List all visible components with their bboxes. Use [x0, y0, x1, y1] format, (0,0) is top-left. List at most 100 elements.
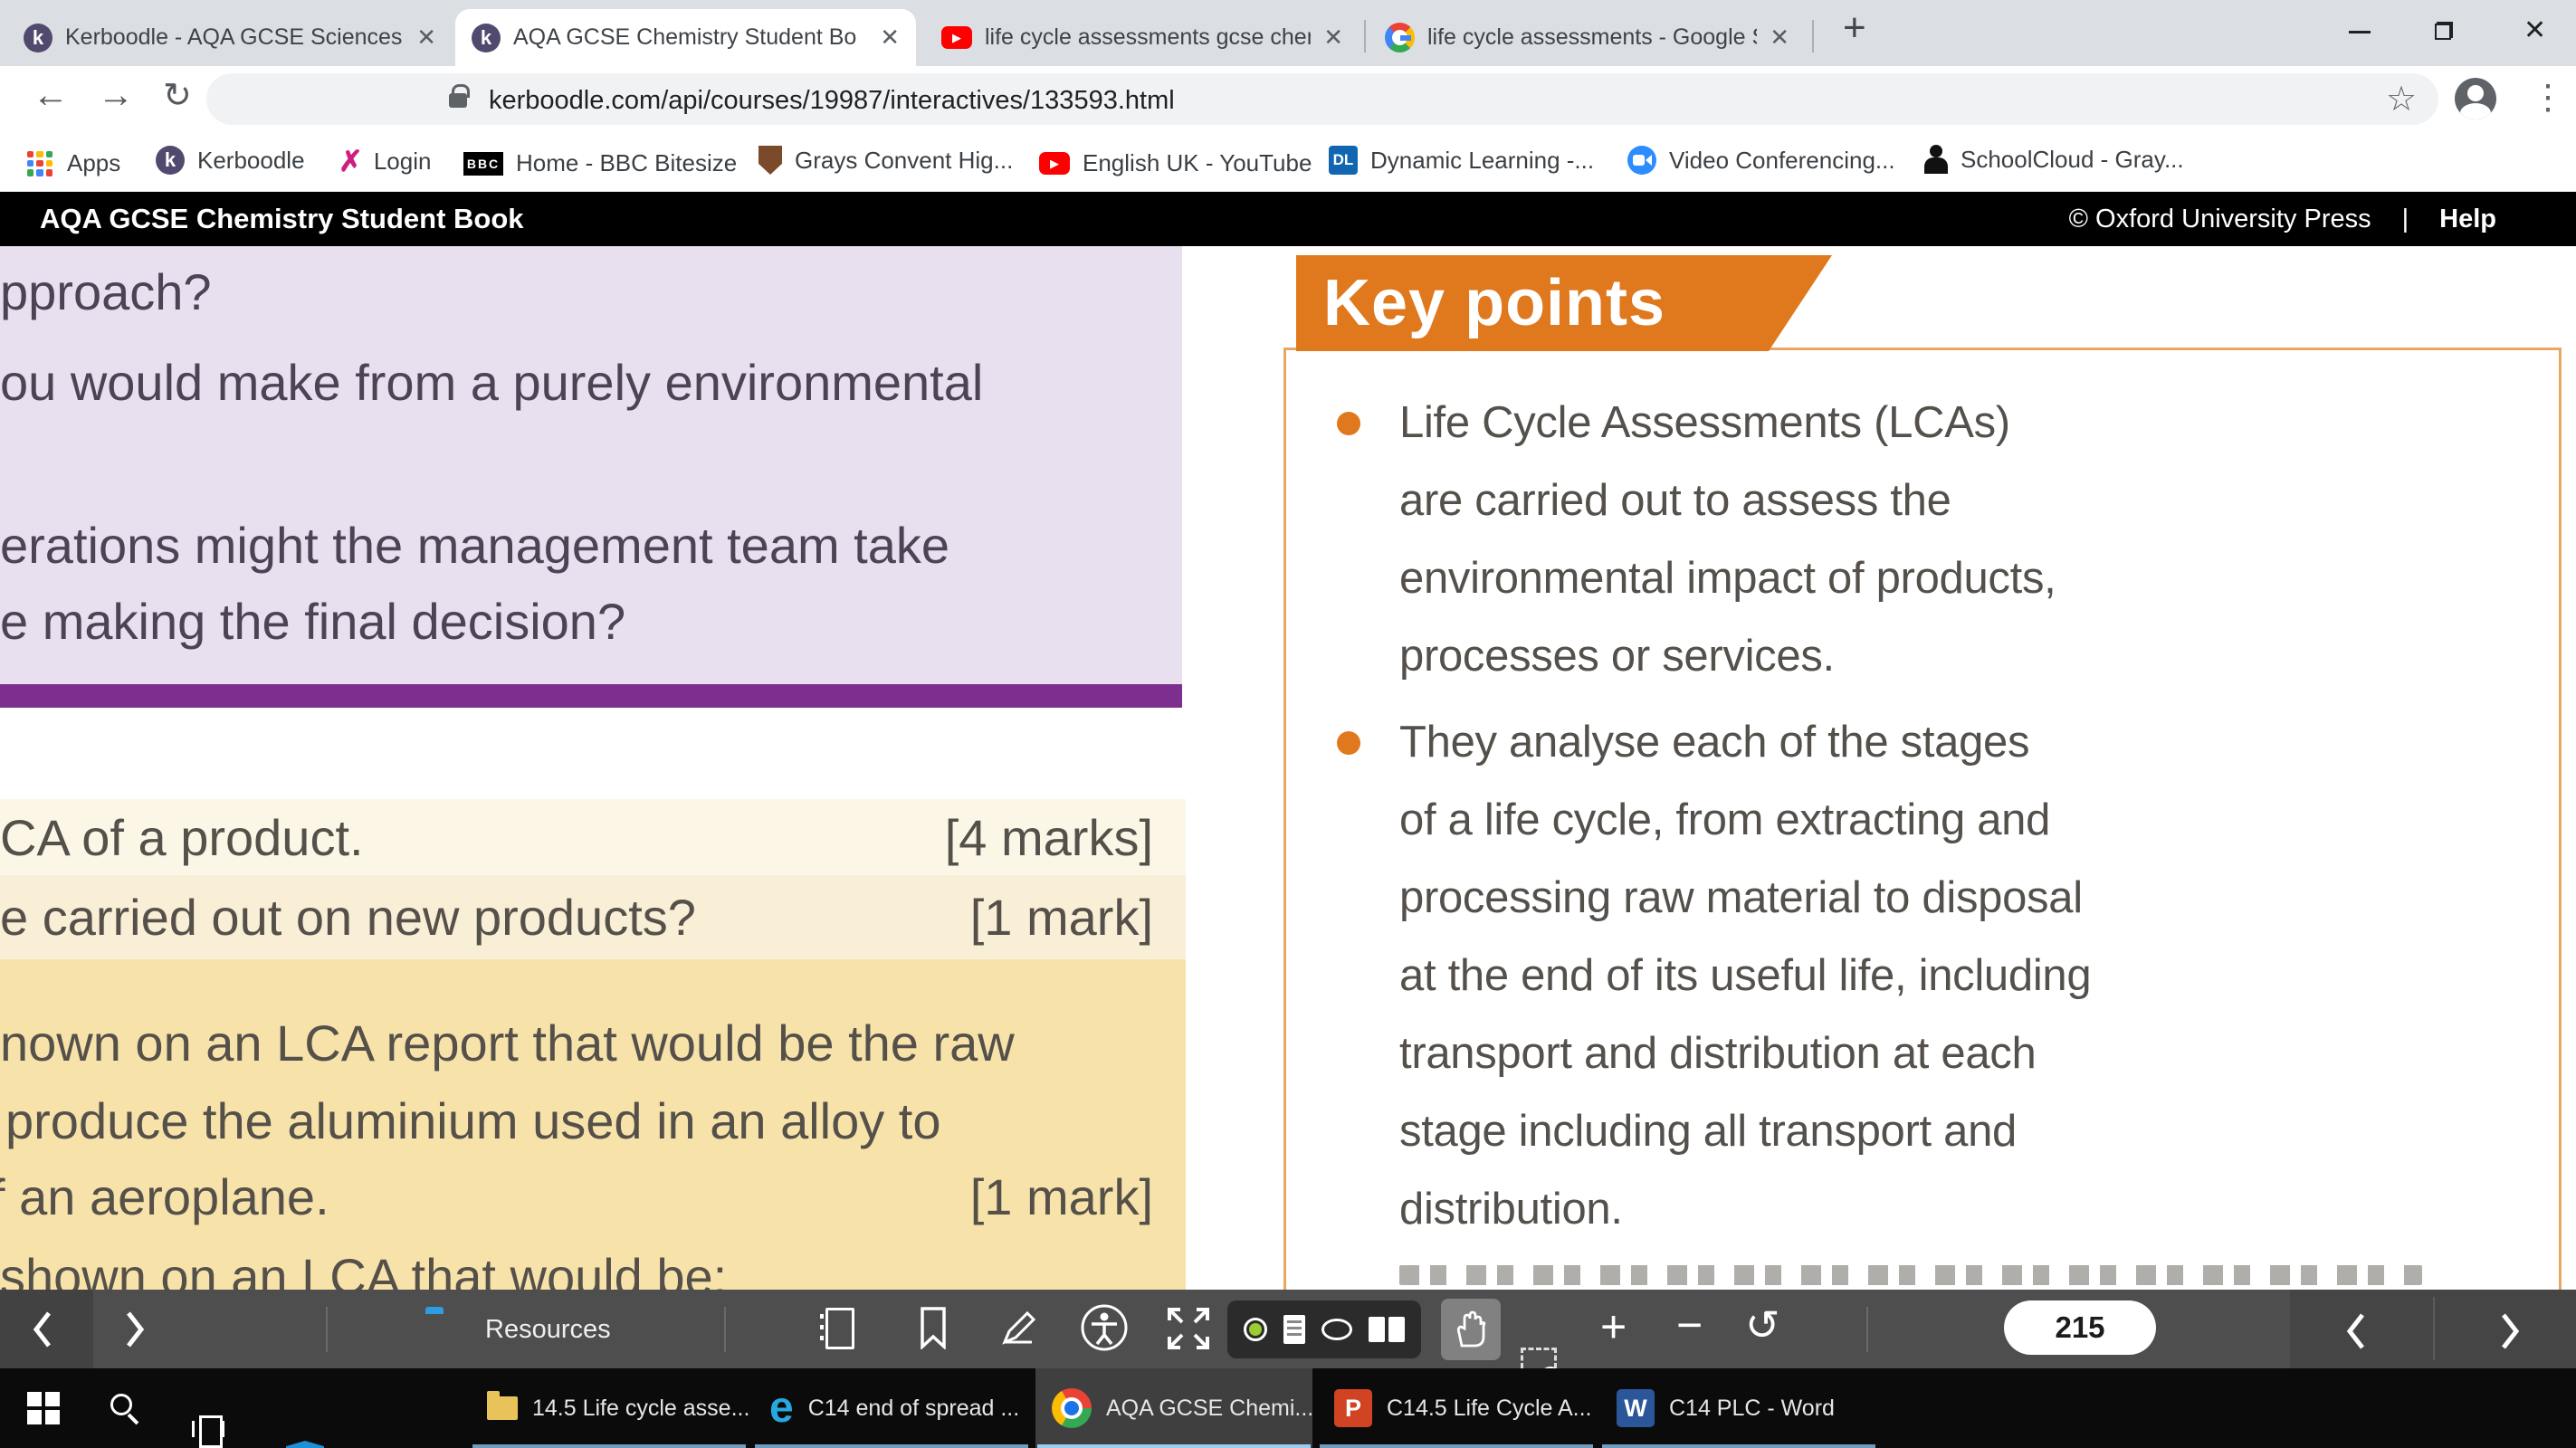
toolbar-divider: [326, 1307, 328, 1352]
page-number-input[interactable]: 215: [2004, 1300, 2156, 1355]
bookmark-ribbon-icon[interactable]: [920, 1306, 947, 1349]
reset-zoom-icon[interactable]: ↺: [1745, 1304, 1780, 1346]
page-forward-icon[interactable]: [121, 1308, 148, 1351]
tab-google-search-lca[interactable]: life cycle assessments - Google S ✕: [1369, 9, 1806, 66]
marks-label: [1 mark]: [970, 1167, 1153, 1226]
bookmark-star-icon[interactable]: ☆: [2386, 79, 2417, 119]
help-link[interactable]: Help: [2439, 205, 2496, 234]
fullscreen-icon[interactable]: [1166, 1306, 1211, 1351]
tab-close-icon[interactable]: ✕: [1323, 24, 1343, 52]
selected-view-radio-icon[interactable]: [1244, 1318, 1267, 1341]
notes-icon[interactable]: [825, 1308, 854, 1349]
word-icon: W: [1617, 1389, 1655, 1427]
marks-label: [4 marks]: [945, 808, 1153, 867]
tab-close-icon[interactable]: ✕: [1770, 24, 1789, 52]
pencil-annotate-icon[interactable]: [997, 1306, 1041, 1349]
key-points-title: Key points: [1323, 266, 1665, 340]
omnibox[interactable]: kerboodle.com/api/courses/19987/interact…: [206, 73, 2438, 125]
viewer-toolbar: Resources + − ↺ 21: [0, 1290, 2576, 1368]
bookmark-grays-convent[interactable]: Grays Convent Hig...: [758, 146, 1013, 175]
bookmarks-bar: Apps k Kerboodle ✗ Login BBC Home - BBC …: [0, 131, 2576, 192]
new-tab-button[interactable]: +: [1843, 5, 1866, 51]
tab-chemistry-student-book[interactable]: k AQA GCSE Chemistry Student Bo ✕: [455, 9, 916, 66]
tab-close-icon[interactable]: ✕: [416, 24, 436, 52]
toolbar-right-section: [2290, 1290, 2576, 1368]
windows-taskbar: 14.5 Life cycle asse... e C14 end of spr…: [0, 1368, 2576, 1448]
double-page-icon[interactable]: [1369, 1317, 1405, 1342]
mail-app-icon[interactable]: [286, 1441, 324, 1448]
tab-kerboodle-sciences[interactable]: k Kerboodle - AQA GCSE Sciences ✕: [7, 9, 453, 66]
forward-icon[interactable]: →: [98, 75, 134, 116]
apps-shortcut[interactable]: Apps: [27, 149, 120, 177]
purple-divider-bar: [0, 684, 1182, 708]
url-text[interactable]: kerboodle.com/api/courses/19987/interact…: [489, 86, 1175, 116]
bookmark-schoolcloud[interactable]: SchoolCloud - Gray...: [1924, 145, 2184, 174]
window-minimize-button[interactable]: [2349, 31, 2371, 33]
question-text: erations might the management team take: [0, 516, 949, 575]
kerboodle-favicon-icon: k: [472, 24, 501, 52]
tab-title: Kerboodle - AQA GCSE Sciences: [65, 24, 404, 51]
bookmark-login[interactable]: ✗ Login: [339, 144, 431, 178]
task-view-icon[interactable]: [192, 1415, 224, 1443]
window-restore-button[interactable]: [2435, 22, 2453, 40]
key-points-banner: Key points: [1296, 255, 1832, 351]
start-button[interactable]: [27, 1392, 60, 1424]
question-row: e carried out on new products? [1 mark]: [0, 875, 1186, 959]
question-text: produce the aluminium used in an alloy t…: [5, 1091, 941, 1150]
bookmark-youtube[interactable]: ▶ English UK - YouTube: [1039, 149, 1312, 177]
book-title: AQA GCSE Chemistry Student Book: [40, 203, 524, 235]
bookmark-kerboodle[interactable]: k Kerboodle: [156, 146, 305, 175]
tab-youtube-lca[interactable]: ▶ life cycle assessments gcse chem ✕: [925, 9, 1360, 66]
taskbar-item-chrome-active[interactable]: AQA GCSE Chemi...: [1035, 1368, 1312, 1448]
pan-hand-button[interactable]: [1441, 1299, 1501, 1360]
running-indicator: [472, 1444, 746, 1448]
school-crest-icon: [758, 146, 782, 175]
kerboodle-favicon-icon: k: [24, 24, 52, 52]
folder-icon: [487, 1396, 518, 1420]
tab-close-icon[interactable]: ✕: [880, 24, 900, 52]
bookmark-dynamic-learning[interactable]: DL Dynamic Learning -...: [1329, 146, 1594, 175]
reload-icon[interactable]: ↻: [163, 75, 192, 116]
prev-page-icon[interactable]: [2342, 1310, 2370, 1353]
bookmark-bbc-bitesize[interactable]: BBC Home - BBC Bitesize: [463, 149, 737, 177]
textbook-viewer[interactable]: pproach? ou would make from a purely env…: [0, 246, 2576, 1290]
page-back-icon[interactable]: [29, 1308, 56, 1351]
bookmark-video-conferencing[interactable]: Video Conferencing...: [1627, 146, 1895, 175]
screen: k Kerboodle - AQA GCSE Sciences ✕ k AQA …: [0, 0, 2576, 1448]
login-x-icon: ✗: [339, 144, 363, 178]
taskbar-item-word[interactable]: W C14 PLC - Word: [1600, 1368, 1877, 1448]
zoom-out-button[interactable]: −: [1676, 1302, 1703, 1348]
single-page-icon[interactable]: [1283, 1315, 1305, 1344]
questions-purple-panel: pproach? ou would make from a purely env…: [0, 246, 1182, 684]
dynamic-learning-icon: DL: [1329, 146, 1358, 175]
question-text: f an aeroplane.: [0, 1167, 329, 1226]
header-separator: |: [2402, 205, 2409, 234]
taskbar-item-lifecycle-folder[interactable]: 14.5 Life cycle asse...: [471, 1368, 748, 1448]
key-point-2: They analyse each of the stages of a lif…: [1399, 703, 2558, 1248]
tab-title: life cycle assessments gcse chem: [985, 24, 1311, 51]
page-number-value: 215: [2055, 1310, 2104, 1345]
next-page-icon[interactable]: [2496, 1310, 2524, 1353]
taskbar-item-powerpoint[interactable]: P C14.5 Life Cycle A...: [1318, 1368, 1595, 1448]
apps-grid-icon: [27, 151, 52, 176]
kerboodle-favicon-icon: k: [156, 146, 185, 175]
person-icon: [1924, 145, 1948, 174]
browser-menu-icon[interactable]: ⋮: [2531, 77, 2565, 118]
toolbar-divider: [2433, 1297, 2435, 1360]
question-text-clipped: shown on an LCA that would be:: [0, 1247, 727, 1290]
view-mode-toggle[interactable]: [1227, 1300, 1421, 1358]
copyright-text: © Oxford University Press: [2069, 205, 2371, 234]
window-close-button[interactable]: ✕: [2524, 14, 2546, 46]
edge-icon: e: [769, 1386, 794, 1430]
ellipse-view-icon[interactable]: [1321, 1319, 1352, 1340]
google-favicon-icon: [1385, 23, 1415, 52]
zoom-in-button[interactable]: +: [1600, 1304, 1627, 1349]
bbc-icon: BBC: [463, 152, 503, 176]
profile-avatar[interactable]: [2455, 78, 2496, 119]
back-icon[interactable]: ←: [33, 75, 69, 116]
running-indicator: [1320, 1444, 1593, 1448]
tab-title: AQA GCSE Chemistry Student Bo: [513, 24, 867, 51]
taskbar-search-icon[interactable]: [110, 1394, 132, 1415]
taskbar-item-edge[interactable]: e C14 end of spread ...: [753, 1368, 1030, 1448]
accessibility-icon[interactable]: [1079, 1302, 1130, 1353]
